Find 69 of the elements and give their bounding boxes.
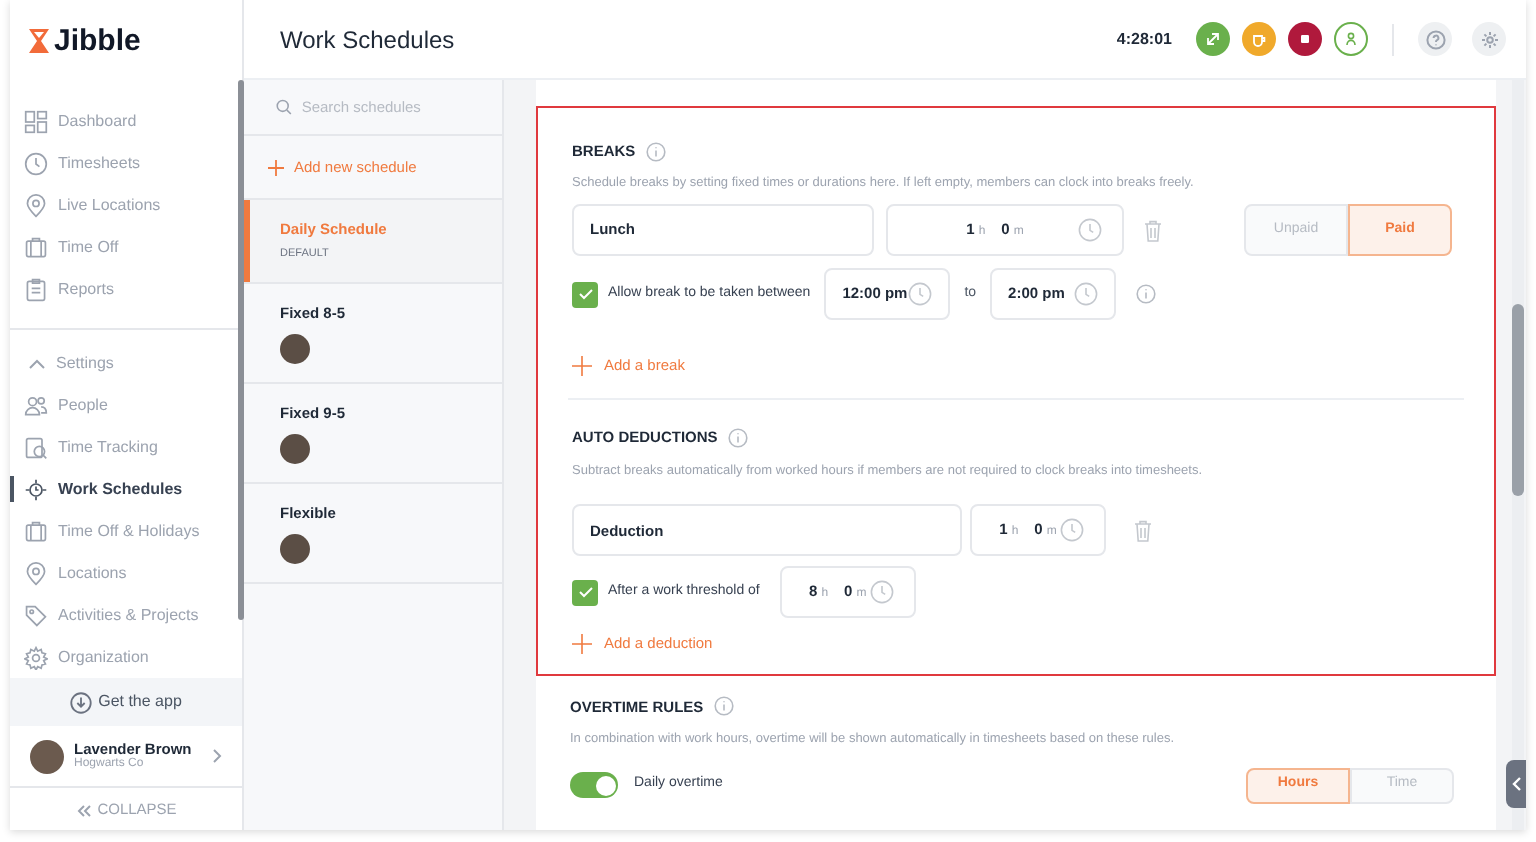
people-icon xyxy=(24,393,48,417)
stop-action-button[interactable] xyxy=(1288,22,1322,56)
plus-icon xyxy=(268,159,284,175)
chevron-left-icon xyxy=(1511,776,1521,792)
switch-action-button[interactable] xyxy=(1196,22,1230,56)
chevron-right-icon xyxy=(212,748,222,764)
tracking-icon xyxy=(24,435,48,459)
clock-icon xyxy=(908,282,933,306)
clock-icon xyxy=(1078,218,1102,242)
info-icon xyxy=(713,696,734,717)
break-action-button[interactable] xyxy=(1242,22,1276,56)
person-action-button[interactable] xyxy=(1334,22,1368,56)
sidebar-nav-item[interactable]: Dashboard xyxy=(10,100,242,142)
clock-icon xyxy=(24,151,48,175)
clock-icon xyxy=(869,580,894,605)
clock-icon xyxy=(1074,282,1099,306)
help-button[interactable] xyxy=(1418,22,1452,56)
settings-section-toggle[interactable]: Settings xyxy=(10,342,242,384)
sidebar-nav-item[interactable]: Live Locations xyxy=(10,184,242,226)
timer-text: 4:28:01 xyxy=(1116,27,1172,51)
person-icon xyxy=(1342,30,1360,48)
logo-text: Jibble xyxy=(54,25,141,55)
sidebar-nav-item[interactable]: Time Off xyxy=(10,226,242,268)
tag-icon xyxy=(24,603,48,627)
sidebar-nav-item[interactable]: People xyxy=(10,384,242,426)
plus-icon xyxy=(572,633,592,654)
switch-icon xyxy=(1204,30,1222,48)
scrollbar-thumb[interactable] xyxy=(1512,304,1524,496)
info-icon xyxy=(645,141,666,162)
settings-button[interactable] xyxy=(1472,22,1506,56)
page-title: Work Schedules xyxy=(280,23,455,57)
stop-icon xyxy=(1296,30,1314,48)
hourglass-logo-icon xyxy=(28,27,50,53)
suitcase-icon xyxy=(24,519,48,543)
location-pin-icon xyxy=(24,561,48,585)
sidebar-nav-item[interactable]: Work Schedules xyxy=(10,468,242,510)
suitcase-icon xyxy=(24,235,48,259)
help-icon xyxy=(1425,29,1445,49)
checkmark-icon xyxy=(577,288,593,300)
clock-icon xyxy=(1060,518,1084,543)
sidebar-nav-item[interactable]: Locations xyxy=(10,552,242,594)
trash-icon xyxy=(1134,519,1152,542)
checkbox[interactable] xyxy=(572,281,598,307)
double-chevron-left-icon xyxy=(75,803,92,817)
checkmark-icon xyxy=(577,586,593,599)
sidebar-nav-item[interactable]: Time Tracking xyxy=(10,426,242,468)
location-pin-icon xyxy=(24,193,48,217)
avatar xyxy=(30,739,64,773)
sidebar-nav-item[interactable]: Time Off & Holidays xyxy=(10,510,242,552)
panel-toggle-button[interactable] xyxy=(1506,760,1526,808)
dashboard-icon xyxy=(24,109,48,133)
sidebar-nav-item[interactable]: Activities & Projects xyxy=(10,594,242,636)
checkbox[interactable] xyxy=(572,579,598,606)
sidebar-nav-item[interactable]: Timesheets xyxy=(10,142,242,184)
coffee-cup-icon xyxy=(1250,30,1268,48)
info-icon xyxy=(1136,284,1157,304)
download-icon xyxy=(70,691,93,713)
clipboard-icon xyxy=(24,277,48,301)
info-icon xyxy=(727,427,748,448)
toggle-switch[interactable] xyxy=(570,772,618,798)
schedule-icon xyxy=(24,477,48,501)
gear-icon xyxy=(24,645,48,669)
trash-icon xyxy=(1144,219,1162,241)
chevron-up-icon xyxy=(28,357,46,369)
settings-icon xyxy=(1479,29,1499,49)
search-icon xyxy=(276,98,292,116)
sidebar-nav-item[interactable]: Reports xyxy=(10,268,242,310)
plus-icon xyxy=(572,355,592,376)
sidebar-nav-item[interactable]: Organization xyxy=(10,636,242,678)
